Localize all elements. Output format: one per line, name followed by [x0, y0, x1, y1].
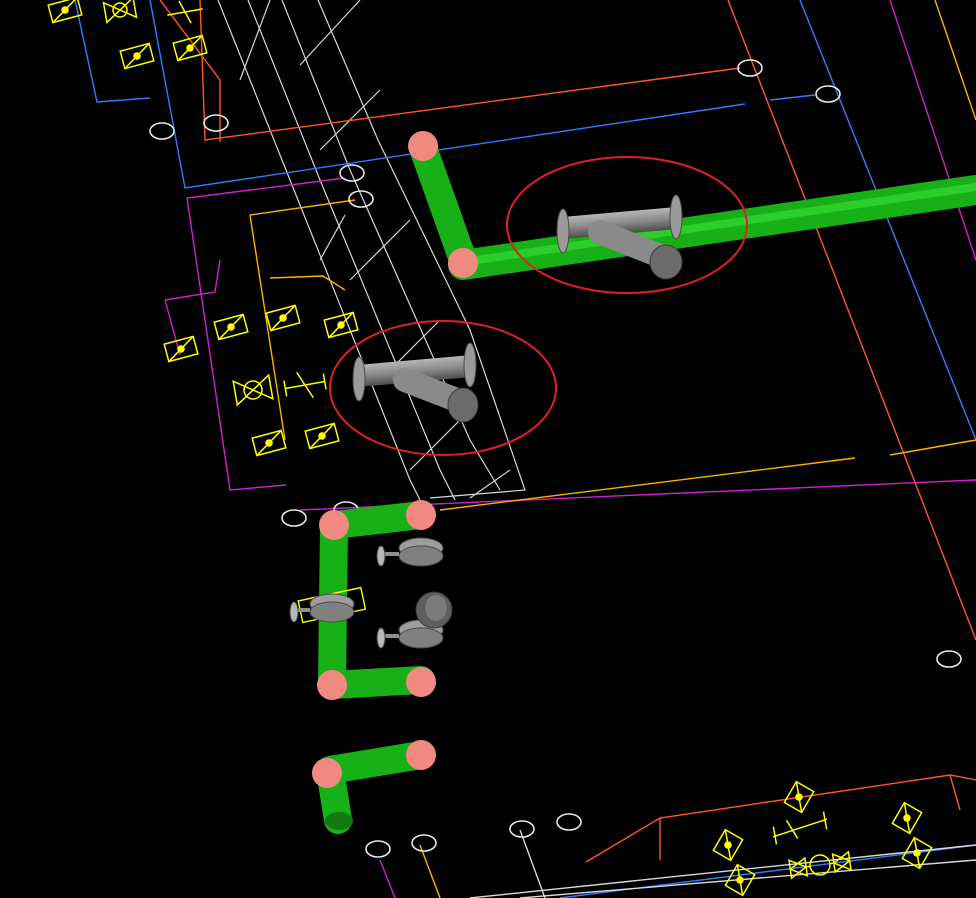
elbow-fitting [406, 500, 436, 530]
valve-symbol-icon [265, 304, 301, 332]
tag-circle [281, 509, 307, 527]
elbow-fitting [408, 131, 438, 161]
valve-symbol-icon [891, 801, 923, 835]
check-valve-icon [772, 811, 828, 845]
elbow-fitting [317, 670, 347, 700]
highlight-annotations [329, 156, 748, 456]
check-valve-icon [283, 371, 327, 399]
tag-circle [737, 59, 763, 77]
valve-symbol-icon [304, 422, 340, 450]
tag-circle [365, 840, 391, 858]
elbow-fitting [319, 510, 349, 540]
handwheel-icon [376, 627, 386, 649]
pipe-segment [316, 741, 435, 834]
valve-symbol-icon [213, 313, 249, 341]
tag-circle [203, 114, 229, 132]
control-valve-icon [232, 373, 274, 407]
tag-circle [936, 650, 962, 668]
schematic-lines [74, 0, 976, 898]
elbow-fitting [448, 248, 478, 278]
3d-piping-viewport[interactable] [0, 0, 976, 898]
valve-symbol-icon [251, 429, 287, 457]
elbow-fitting [312, 758, 342, 788]
handwheel-icon [289, 601, 299, 623]
tag-circle [556, 813, 582, 831]
orange-lines [159, 0, 976, 863]
instrument-tag-circles [149, 59, 962, 858]
valve-symbol-icon [712, 828, 744, 862]
check-valve-icon [167, 0, 203, 24]
valve-symbol-icon [163, 335, 199, 363]
control-valve-icon [102, 0, 138, 24]
elbow-fitting [406, 667, 436, 697]
tag-circle [815, 85, 841, 103]
valve-symbol-icon [323, 311, 359, 339]
pipe-end-cap [325, 812, 353, 830]
valve-symbol-icon [783, 780, 815, 814]
tag-circle [411, 834, 437, 852]
inline-valve[interactable] [376, 537, 444, 567]
scene-canvas[interactable] [0, 0, 976, 898]
blue-lines [74, 0, 976, 898]
elbow-fitting [406, 740, 436, 770]
handwheel-icon [376, 545, 386, 567]
valve-symbol-icon [119, 42, 155, 70]
gauge-icon[interactable] [415, 591, 453, 629]
tag-circle [339, 164, 365, 182]
valve-symbols [47, 0, 933, 897]
tag-circle [149, 122, 175, 140]
